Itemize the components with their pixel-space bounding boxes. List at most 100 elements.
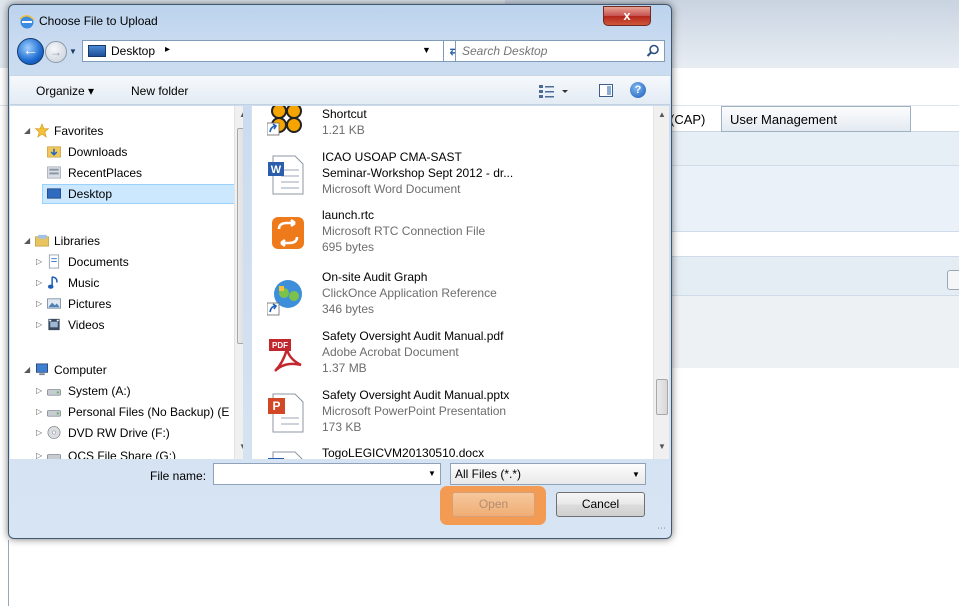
nav-label: Pictures xyxy=(68,297,112,311)
menu-item-cap[interactable]: (CAP) xyxy=(670,112,705,127)
file-name-continued: Seminar-Workshop Sept 2012 - dr... xyxy=(322,166,514,180)
address-location[interactable]: Desktop xyxy=(111,44,155,58)
nav-scrollbar[interactable]: ▲ ▼ xyxy=(234,106,243,459)
nav-item-personal-files[interactable]: ▷ Personal Files (No Backup) (E xyxy=(36,402,243,422)
nav-item-documents[interactable]: ▷ Documents xyxy=(36,252,226,272)
search-box[interactable] xyxy=(455,40,665,62)
music-icon xyxy=(47,276,58,289)
scroll-down-icon[interactable]: ▼ xyxy=(238,442,243,451)
back-button[interactable]: ← xyxy=(17,38,44,65)
cancel-button[interactable]: Cancel xyxy=(556,492,645,517)
nav-item-libraries[interactable]: ◢ Libraries xyxy=(24,231,224,251)
shortcut-icon xyxy=(267,106,302,136)
address-bar[interactable]: Desktop ▸ ▼ xyxy=(82,40,444,62)
collapse-triangle-icon[interactable]: ◢ xyxy=(24,126,30,135)
open-button[interactable]: Open xyxy=(452,492,535,517)
collapse-triangle-icon[interactable]: ◢ xyxy=(24,236,30,245)
menu-item-user-management[interactable]: User Management xyxy=(721,106,911,132)
page-band xyxy=(660,256,959,296)
expand-triangle-icon[interactable]: ▷ xyxy=(36,386,42,395)
dialog-title: Choose File to Upload xyxy=(39,14,158,28)
nav-label: RecentPlaces xyxy=(68,166,143,180)
file-item-safety-manual-pptx[interactable]: P Safety Oversight Audit Manual.pptx Mic… xyxy=(267,388,627,446)
nav-item-partial-drive[interactable]: ▷ OCS File Share (G:) xyxy=(36,446,236,459)
nav-label: DVD RW Drive (F:) xyxy=(68,426,170,440)
page-band xyxy=(660,132,959,166)
breadcrumb-chevron-icon[interactable]: ▸ xyxy=(165,44,170,55)
collapse-triangle-icon[interactable]: ◢ xyxy=(24,365,30,374)
help-icon[interactable]: ? xyxy=(630,82,646,98)
history-dropdown-icon[interactable]: ▼ xyxy=(69,47,77,56)
desktop-icon xyxy=(47,188,61,199)
nav-item-dvd-drive[interactable]: ▷ DVD RW Drive (F:) xyxy=(36,423,236,443)
desktop-folder-icon xyxy=(88,45,106,57)
file-name-input[interactable] xyxy=(217,466,417,482)
file-item-onsite-audit-graph[interactable]: On-site Audit Graph ClickOnce Applicatio… xyxy=(267,270,627,328)
file-item-launch-rtc[interactable]: launch.rtc Microsoft RTC Connection File… xyxy=(267,208,627,266)
page-menu-bar: (CAP) User Management xyxy=(660,106,959,132)
nav-label: Videos xyxy=(68,318,105,332)
preview-pane-icon[interactable] xyxy=(599,84,613,97)
resize-grip-icon[interactable]: ⋯ xyxy=(657,523,666,534)
file-item-togolegic-docx[interactable]: TogoLEGICVM20130510.docx xyxy=(267,446,627,459)
file-name: Shortcut xyxy=(322,107,367,121)
nav-label: OCS File Share (G:) xyxy=(68,449,177,459)
pictures-icon xyxy=(47,298,61,309)
nav-item-downloads[interactable]: Downloads xyxy=(46,142,226,162)
close-button[interactable]: x xyxy=(603,6,651,26)
nav-item-desktop[interactable]: Desktop xyxy=(42,184,242,204)
nav-item-computer[interactable]: ◢ Computer xyxy=(24,360,224,380)
nav-item-videos[interactable]: ▷ Videos xyxy=(36,315,226,335)
nav-item-favorites[interactable]: ◢ Favorites xyxy=(24,121,224,141)
change-view-icon[interactable] xyxy=(538,82,572,100)
scroll-up-icon[interactable]: ▲ xyxy=(657,110,667,119)
file-name: Safety Oversight Audit Manual.pdf xyxy=(322,329,504,343)
file-list-scrollbar[interactable]: ▲ ▼ xyxy=(653,106,669,459)
file-type: ClickOnce Application Reference xyxy=(322,286,497,300)
expand-triangle-icon[interactable]: ▷ xyxy=(36,278,42,287)
file-name-combobox[interactable]: ▼ xyxy=(213,463,441,485)
chevron-down-icon[interactable]: ▼ xyxy=(632,470,640,479)
expand-triangle-icon[interactable]: ▷ xyxy=(36,257,42,266)
page-band xyxy=(660,296,959,368)
expand-triangle-icon[interactable]: ▷ xyxy=(36,407,42,416)
file-name-dropdown-icon[interactable]: ▼ xyxy=(428,469,436,478)
scroll-up-icon[interactable]: ▲ xyxy=(238,110,243,119)
address-dropdown-icon[interactable]: ▼ xyxy=(422,45,431,55)
nav-item-music[interactable]: ▷ Music xyxy=(36,273,226,293)
word-document-icon: W xyxy=(268,155,304,195)
navigation-pane: ◢ Favorites Downloads RecentPlaces Deskt… xyxy=(10,106,243,459)
rtc-connection-icon xyxy=(272,217,304,249)
drive-icon xyxy=(47,454,61,459)
search-input[interactable] xyxy=(460,43,635,59)
dvd-drive-icon xyxy=(47,426,61,439)
expand-triangle-icon[interactable]: ▷ xyxy=(36,299,42,308)
scroll-down-icon[interactable]: ▼ xyxy=(657,442,667,451)
search-icon[interactable] xyxy=(646,44,660,58)
expand-triangle-icon[interactable]: ▷ xyxy=(36,320,42,329)
file-type-filter[interactable]: All Files (*.*) ▼ xyxy=(450,463,646,485)
svg-text:P: P xyxy=(272,399,280,413)
organize-button[interactable]: Organize ▾ xyxy=(36,84,94,98)
expand-triangle-icon[interactable]: ▷ xyxy=(36,428,42,437)
file-size: 1.21 KB xyxy=(322,123,365,137)
file-item-icao-usoap[interactable]: W ICAO USOAP CMA-SAST Seminar-Workshop S… xyxy=(267,150,627,208)
file-list-pane: Shortcut 1.21 KB W ICAO USOAP CMA-SAST S… xyxy=(251,106,669,459)
expand-triangle-icon[interactable]: ▷ xyxy=(36,451,42,459)
file-item-shortcut[interactable]: Shortcut 1.21 KB xyxy=(267,106,627,147)
scroll-thumb[interactable] xyxy=(237,128,243,344)
nav-item-system-a[interactable]: ▷ System (A:) xyxy=(36,381,236,401)
powerpoint-icon: P xyxy=(268,393,304,433)
page-edge-button[interactable] xyxy=(947,270,959,290)
dialog-titlebar[interactable]: Choose File to Upload x xyxy=(9,5,671,35)
file-type-filter-value: All Files (*.*) xyxy=(455,467,522,481)
nav-label: Favorites xyxy=(54,124,104,138)
new-folder-button[interactable]: New folder xyxy=(131,84,188,98)
forward-button[interactable]: → xyxy=(45,41,67,63)
page-divider xyxy=(8,540,9,606)
navigation-row: ← → ▼ Desktop ▸ ▼ ⇄ xyxy=(9,35,671,67)
scroll-thumb[interactable] xyxy=(656,379,668,415)
file-item-safety-manual-pdf[interactable]: PDF Safety Oversight Audit Manual.pdf Ad… xyxy=(267,329,627,387)
nav-item-recent-places[interactable]: RecentPlaces xyxy=(46,163,226,183)
nav-item-pictures[interactable]: ▷ Pictures xyxy=(36,294,226,314)
